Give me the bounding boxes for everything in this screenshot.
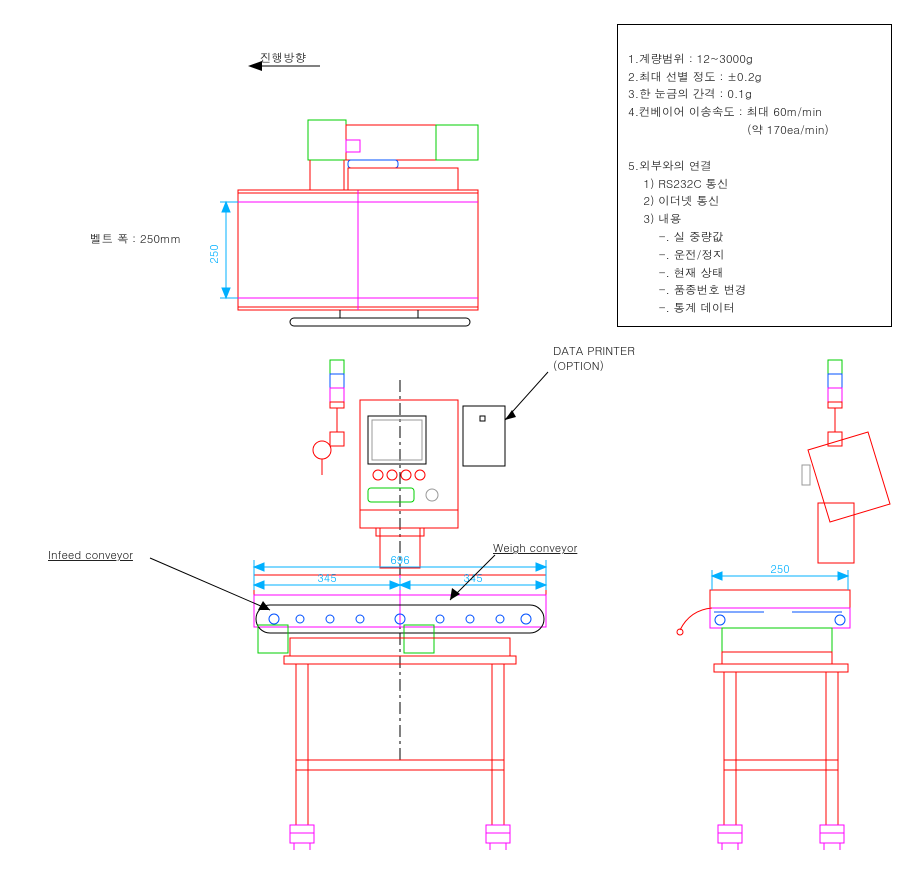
front-view: 696 345 345: [150, 360, 548, 850]
dim-front-696: 696: [390, 553, 409, 568]
dim-side-250: 250: [770, 562, 789, 577]
top-view: 250: [207, 120, 478, 326]
side-view: 250: [677, 360, 890, 850]
dim-top-250: 250: [207, 244, 222, 263]
drawing-canvas: 250: [0, 0, 920, 877]
dim-front-345l: 345: [317, 571, 336, 586]
